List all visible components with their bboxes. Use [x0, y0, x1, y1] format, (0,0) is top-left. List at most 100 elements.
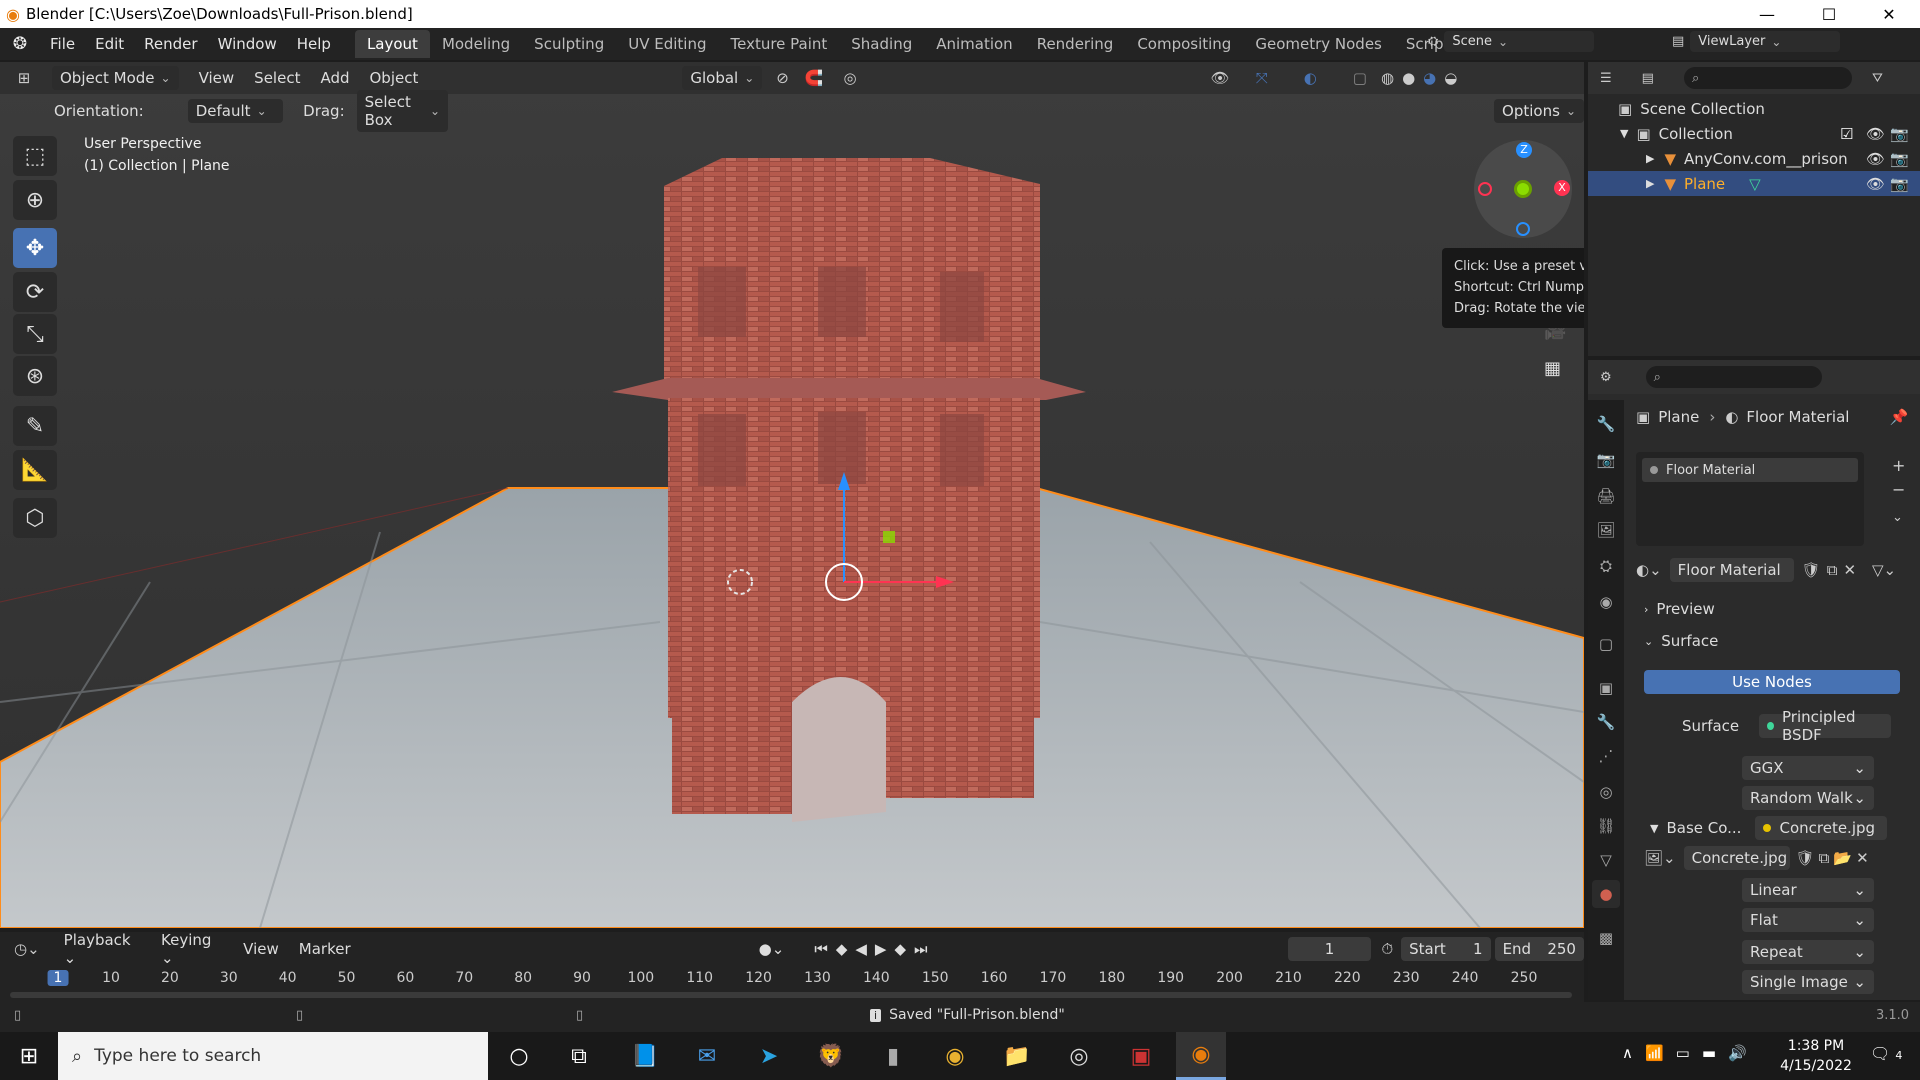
- fake-user-icon[interactable]: 🛡: [1796, 849, 1815, 867]
- render-tab-icon[interactable]: 📷: [1592, 446, 1620, 474]
- drag-dropdown[interactable]: Select Box: [356, 90, 449, 132]
- unlink-icon[interactable]: ✕: [1843, 561, 1856, 579]
- visibility-eye-icon[interactable]: 👁: [1866, 175, 1885, 193]
- playback-menu[interactable]: Playback ⌄: [54, 931, 151, 967]
- add-slot-button[interactable]: +: [1892, 456, 1905, 475]
- windows-start-icon[interactable]: ⊞: [0, 1044, 58, 1069]
- notifications-button[interactable]: 🗨 4: [1870, 1044, 1902, 1063]
- overlay-visibility-icon[interactable]: 👁: [1211, 69, 1230, 87]
- outliner-editor-icon[interactable]: ☰: [1600, 71, 1612, 86]
- play-icon[interactable]: ▶: [875, 940, 887, 958]
- display-mode-icon[interactable]: ▤: [1642, 71, 1654, 86]
- open-folder-icon[interactable]: 📂: [1833, 849, 1852, 867]
- use-nodes-button[interactable]: Use Nodes: [1644, 670, 1900, 694]
- media-app-icon[interactable]: ▣: [1116, 1032, 1166, 1080]
- object-menu[interactable]: Object: [360, 69, 429, 87]
- exclude-checkbox[interactable]: ☑: [1840, 125, 1853, 143]
- outliner-row-collection[interactable]: ▼ ▣ Collection ☑ 👁 📷: [1588, 121, 1920, 146]
- keying-menu[interactable]: Keying ⌄: [151, 931, 233, 967]
- viewlayer-icon[interactable]: ▤: [1672, 34, 1684, 49]
- move-tool-button[interactable]: ✥: [13, 228, 57, 268]
- tool-tab-icon[interactable]: 🔧: [1592, 410, 1620, 438]
- minimize-button[interactable]: —: [1744, 0, 1790, 28]
- notepad-app-icon[interactable]: 📘: [620, 1032, 670, 1080]
- visibility-eye-icon[interactable]: 👁: [1866, 125, 1885, 143]
- duplicate-icon[interactable]: ⧉: [1827, 561, 1838, 579]
- tray-chevron-icon[interactable]: ∧: [1622, 1044, 1633, 1062]
- marker-menu[interactable]: Marker: [289, 940, 361, 958]
- surface-shader-field[interactable]: Principled BSDF: [1759, 708, 1892, 744]
- orientation-dropdown[interactable]: Default: [187, 99, 284, 123]
- wireframe-shading-icon[interactable]: ◍: [1381, 69, 1394, 87]
- source-dropdown[interactable]: Single Image ⌄: [1742, 970, 1874, 994]
- obs-app-icon[interactable]: ◎: [1054, 1032, 1104, 1080]
- gizmo-neg-z-axis[interactable]: [1516, 222, 1530, 236]
- snap-icon[interactable]: 🧲: [805, 69, 824, 87]
- extension-dropdown[interactable]: Repeat ⌄: [1742, 940, 1874, 964]
- tab-uv-editing[interactable]: UV Editing: [616, 30, 718, 58]
- scene-icon[interactable]: ⛭: [1428, 34, 1438, 49]
- material-name-field[interactable]: Floor Material: [1669, 558, 1794, 582]
- editor-type-icon[interactable]: ⊞: [0, 69, 48, 87]
- tab-modeling[interactable]: Modeling: [430, 30, 522, 58]
- device-icon[interactable]: ▭: [1676, 1044, 1690, 1062]
- menu-window[interactable]: Window: [208, 35, 287, 53]
- base-color-field[interactable]: Concrete.jpg: [1755, 816, 1888, 840]
- timeline-scrollbar[interactable]: [10, 992, 1572, 998]
- measure-tool-button[interactable]: 📐: [13, 450, 57, 490]
- jump-start-icon[interactable]: ⏮: [814, 940, 828, 958]
- object-tab-icon[interactable]: ▣: [1592, 674, 1620, 702]
- material-slot-list[interactable]: Floor Material: [1636, 452, 1864, 546]
- fake-user-icon[interactable]: 🛡: [1802, 561, 1821, 579]
- outliner-row-prison[interactable]: ▶ ▼ AnyConv.com__prison 👁 📷: [1588, 146, 1920, 171]
- distribution-dropdown[interactable]: GGX ⌄: [1742, 756, 1874, 780]
- tab-sculpting[interactable]: Sculpting: [522, 30, 616, 58]
- tab-texture-paint[interactable]: Texture Paint: [718, 30, 839, 58]
- image-browse-icon[interactable]: 🖼⌄: [1644, 849, 1676, 867]
- volume-icon[interactable]: 🔊: [1728, 1044, 1747, 1062]
- cursor-tool-button[interactable]: ⊕: [13, 180, 57, 220]
- menu-edit[interactable]: Edit: [85, 35, 134, 53]
- tab-compositing[interactable]: Compositing: [1125, 30, 1243, 58]
- menu-file[interactable]: File: [40, 35, 85, 53]
- world-tab-icon[interactable]: ◉: [1592, 588, 1620, 616]
- object-mode-dropdown[interactable]: Object Mode: [52, 66, 179, 90]
- usb-app-icon[interactable]: ▮: [868, 1032, 918, 1080]
- viewlayer-selector[interactable]: ViewLayer: [1690, 31, 1841, 52]
- duplicate-icon[interactable]: ⧉: [1819, 849, 1830, 867]
- start-frame-field[interactable]: Start 1: [1401, 937, 1491, 961]
- material-shading-icon[interactable]: ◕: [1423, 69, 1436, 87]
- gizmo-toggle-icon[interactable]: ⤧: [1256, 69, 1268, 87]
- xray-icon[interactable]: ▢: [1353, 69, 1367, 87]
- tab-rendering[interactable]: Rendering: [1025, 30, 1126, 58]
- constraints-tab-icon[interactable]: ⛓: [1592, 812, 1620, 840]
- visibility-eye-icon[interactable]: 👁: [1866, 150, 1885, 168]
- gizmo-z-axis[interactable]: Z: [1516, 142, 1532, 158]
- select-tool-button[interactable]: ⬚: [13, 136, 57, 176]
- add-menu[interactable]: Add: [310, 69, 359, 87]
- outliner-row-scene-collection[interactable]: ▣ Scene Collection: [1588, 96, 1920, 121]
- image-name-field[interactable]: Concrete.jpg: [1683, 846, 1790, 870]
- slot-specials-icon[interactable]: ⌄: [1892, 510, 1903, 525]
- gizmo-x-axis[interactable]: X: [1554, 180, 1570, 196]
- collapse-arrow-icon[interactable]: ▼: [1620, 127, 1628, 140]
- tab-layout[interactable]: Layout: [354, 30, 430, 58]
- pivot-icon[interactable]: ⊘: [776, 69, 789, 87]
- view-menu[interactable]: View: [189, 69, 245, 87]
- rotate-tool-button[interactable]: ⟳: [13, 272, 57, 312]
- telegram-app-icon[interactable]: ➤: [744, 1032, 794, 1080]
- filter-icon[interactable]: ⛛: [1872, 71, 1883, 86]
- select-menu[interactable]: Select: [244, 69, 310, 87]
- blender-taskbar-icon[interactable]: ◉: [1176, 1032, 1226, 1080]
- navigation-gizmo[interactable]: Z X: [1474, 140, 1572, 238]
- modifier-tab-icon[interactable]: 🔧: [1592, 708, 1620, 736]
- transform-tool-button[interactable]: ⊛: [13, 356, 57, 396]
- proportional-edit-icon[interactable]: ◎: [844, 69, 857, 87]
- timeline-editor-icon[interactable]: ◷⌄: [14, 940, 40, 958]
- material-tab-icon[interactable]: ●: [1592, 880, 1620, 908]
- properties-editor-icon[interactable]: ⚙: [1600, 370, 1612, 385]
- link-type-icon[interactable]: ▽⌄: [1872, 561, 1896, 579]
- data-tab-icon[interactable]: ▽: [1592, 846, 1620, 874]
- render-camera-icon[interactable]: 📷: [1890, 175, 1909, 193]
- preview-panel-header[interactable]: › Preview: [1644, 600, 1715, 618]
